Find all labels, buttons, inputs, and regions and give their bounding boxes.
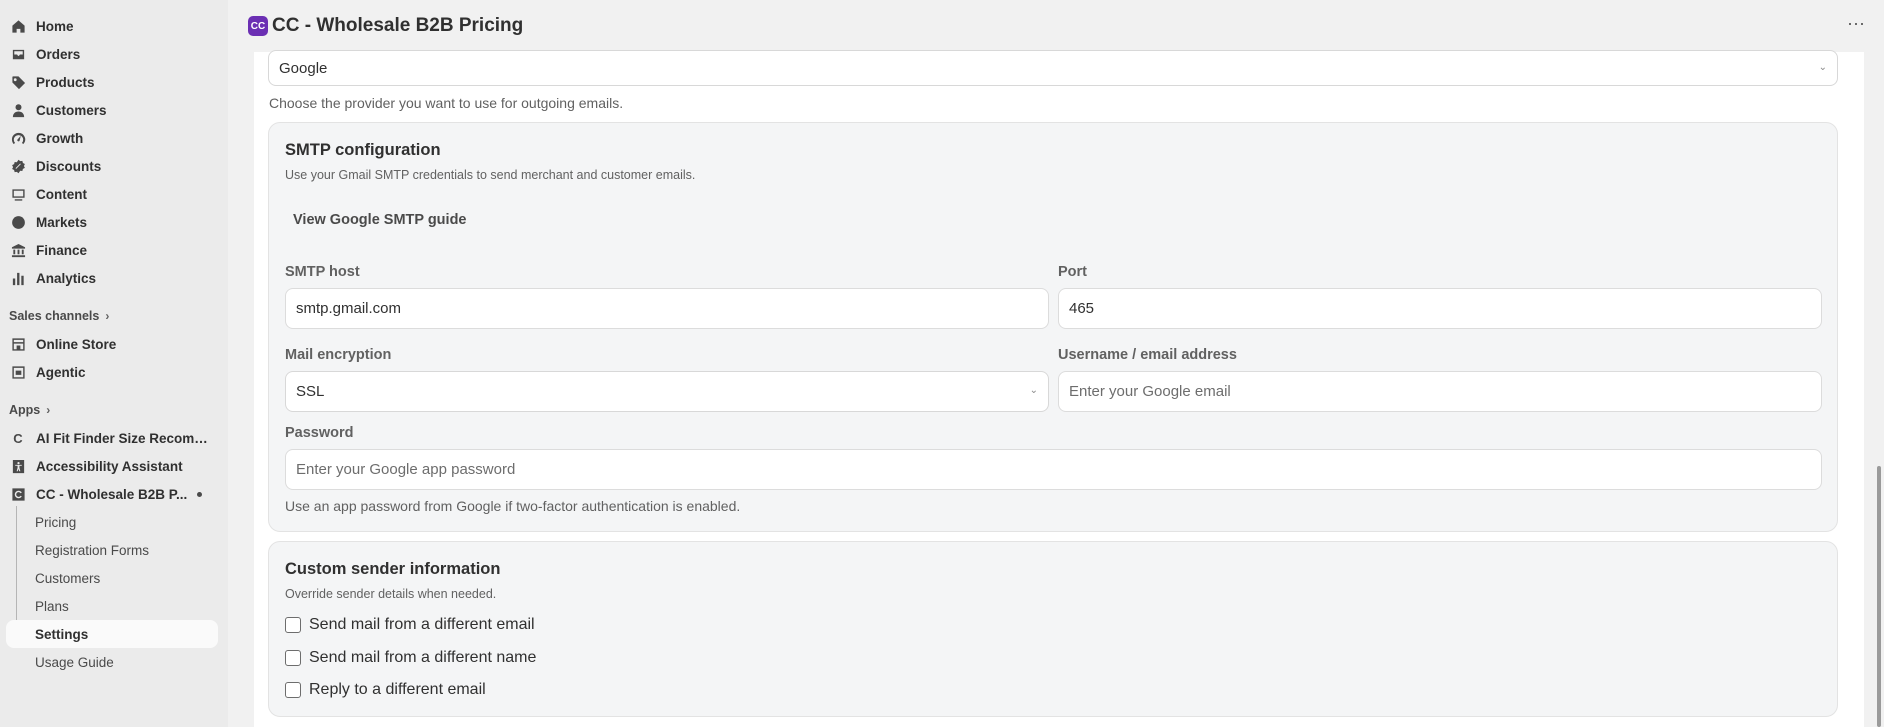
nav-label: Analytics	[36, 270, 97, 286]
nav-analytics[interactable]: Analytics	[6, 264, 218, 292]
nav-customers[interactable]: Customers	[6, 96, 218, 124]
mail-encryption-label: Mail encryption	[285, 347, 392, 363]
letter-c-icon: C	[13, 430, 23, 446]
home-icon	[10, 18, 26, 34]
password-label: Password	[285, 425, 354, 441]
person-icon	[10, 102, 26, 118]
pinned-dot-icon	[197, 491, 203, 497]
smtp-host-label: SMTP host	[285, 264, 360, 280]
port-input[interactable]	[1058, 288, 1822, 329]
page-title: CC - Wholesale B2B Pricing	[272, 15, 524, 36]
nav-label: CC - Wholesale B2B P...	[36, 486, 188, 502]
custom-sender-card: Custom sender information Override sende…	[268, 541, 1838, 717]
nav-markets[interactable]: Markets	[6, 208, 218, 236]
nav-content[interactable]: Content	[6, 180, 218, 208]
orders-icon	[10, 46, 26, 62]
sender-card-subtitle: Override sender details when needed.	[285, 587, 497, 601]
nav-label: Finance	[36, 242, 88, 258]
subnav-plans[interactable]: Plans	[0, 592, 218, 620]
discount-icon	[10, 158, 26, 174]
nav-orders[interactable]: Orders	[6, 40, 218, 68]
chevron-down-icon: ⌄	[1029, 385, 1038, 396]
scrollbar-thumb[interactable]	[1877, 466, 1881, 727]
smtp-card-subtitle: Use your Gmail SMTP credentials to send …	[285, 168, 696, 182]
nav-discounts[interactable]: Discounts	[6, 152, 218, 180]
different-name-checkbox[interactable]: Send mail from a different name	[285, 649, 536, 667]
gauge-icon	[10, 130, 26, 146]
app-logo-icon: CC	[248, 16, 268, 36]
nav-label: Content	[36, 186, 87, 202]
nav-label: Orders	[36, 46, 81, 62]
nav-home[interactable]: Home	[6, 12, 218, 40]
agentic-icon	[10, 364, 26, 380]
password-help: Use an app password from Google if two-f…	[285, 498, 741, 514]
apps-label: Apps	[9, 403, 41, 417]
content-icon	[10, 186, 26, 202]
checkbox-label: Send mail from a different email	[309, 616, 535, 633]
chevron-down-icon: ⌄	[1818, 62, 1827, 73]
checkbox-box[interactable]	[285, 682, 301, 698]
nav-finance[interactable]: Finance	[6, 236, 218, 264]
reply-to-checkbox[interactable]: Reply to a different email	[285, 681, 486, 699]
store-icon	[10, 336, 26, 352]
email-provider-value: Google	[279, 59, 328, 77]
email-provider-help: Choose the provider you want to use for …	[269, 95, 624, 111]
username-input[interactable]	[1058, 371, 1822, 412]
email-provider-select[interactable]: Google ⌄	[268, 50, 1838, 86]
subnav-settings[interactable]: Settings	[6, 620, 218, 648]
nav-label: Agentic	[36, 364, 86, 380]
checkbox-label: Send mail from a different name	[309, 649, 537, 666]
chevron-right-icon: ›	[46, 403, 51, 417]
sales-channels-label: Sales channels	[9, 309, 100, 323]
smtp-host-input[interactable]	[285, 288, 1049, 329]
smtp-configuration-card: SMTP configuration Use your Gmail SMTP c…	[268, 122, 1838, 532]
bar-chart-icon	[10, 270, 26, 286]
nav-products[interactable]: Products	[6, 68, 218, 96]
nav-label: Accessibility Assistant	[36, 458, 183, 474]
mail-encryption-select[interactable]: SSL ⌄	[285, 371, 1049, 412]
sender-card-title: Custom sender information	[285, 560, 501, 578]
nav-label: Online Store	[36, 336, 117, 352]
tag-icon	[10, 74, 26, 90]
nav-app-accessibility-assistant[interactable]: Accessibility Assistant	[6, 452, 218, 480]
checkbox-label: Reply to a different email	[309, 681, 486, 698]
nav-growth[interactable]: Growth	[6, 124, 218, 152]
nav-label: Discounts	[36, 158, 102, 174]
chevron-right-icon: ›	[105, 309, 110, 323]
nav-label: Products	[36, 74, 95, 90]
nav-label: Growth	[36, 130, 84, 146]
mail-encryption-value: SSL	[296, 383, 325, 400]
port-label: Port	[1058, 264, 1087, 280]
nav-label: Markets	[36, 214, 88, 230]
app-title-bar: CC CC - Wholesale B2B Pricing ⋯	[228, 0, 1884, 52]
nav-label: Home	[36, 18, 74, 34]
nav-online-store[interactable]: Online Store	[6, 330, 218, 358]
password-input[interactable]	[285, 449, 1822, 490]
subnav-customers[interactable]: Customers	[0, 564, 218, 592]
username-label: Username / email address	[1058, 347, 1237, 363]
cc-app-icon	[10, 486, 26, 502]
checkbox-box[interactable]	[285, 617, 301, 633]
smtp-card-title: SMTP configuration	[285, 141, 441, 159]
nav-app-cc-wholesale[interactable]: CC - Wholesale B2B P...	[6, 480, 218, 508]
more-actions-icon[interactable]: ⋯	[1847, 14, 1866, 35]
bank-icon	[10, 242, 26, 258]
nav-label: AI Fit Finder Size Recomm...	[36, 430, 211, 446]
page-scrollbar[interactable]	[1874, 52, 1884, 727]
nav-app-ai-fit-finder[interactable]: C AI Fit Finder Size Recomm...	[6, 424, 218, 452]
subnav-pricing[interactable]: Pricing	[0, 508, 218, 536]
sidebar: Home Orders Products Customers Growth Di…	[0, 0, 228, 727]
view-smtp-guide-button[interactable]: View Google SMTP guide	[293, 212, 467, 228]
main-content: Google ⌄ Choose the provider you want to…	[254, 50, 1864, 727]
different-email-checkbox[interactable]: Send mail from a different email	[285, 616, 535, 634]
nav-label: Customers	[36, 102, 107, 118]
sales-channels-section[interactable]: Sales channels ›	[0, 306, 228, 326]
subnav-usage-guide[interactable]: Usage Guide	[0, 648, 218, 676]
checkbox-box[interactable]	[285, 650, 301, 666]
apps-section[interactable]: Apps ›	[0, 400, 228, 420]
nav-agentic[interactable]: Agentic	[6, 358, 218, 386]
accessibility-icon	[10, 458, 26, 474]
globe-icon	[10, 214, 26, 230]
subnav-registration-forms[interactable]: Registration Forms	[0, 536, 218, 564]
